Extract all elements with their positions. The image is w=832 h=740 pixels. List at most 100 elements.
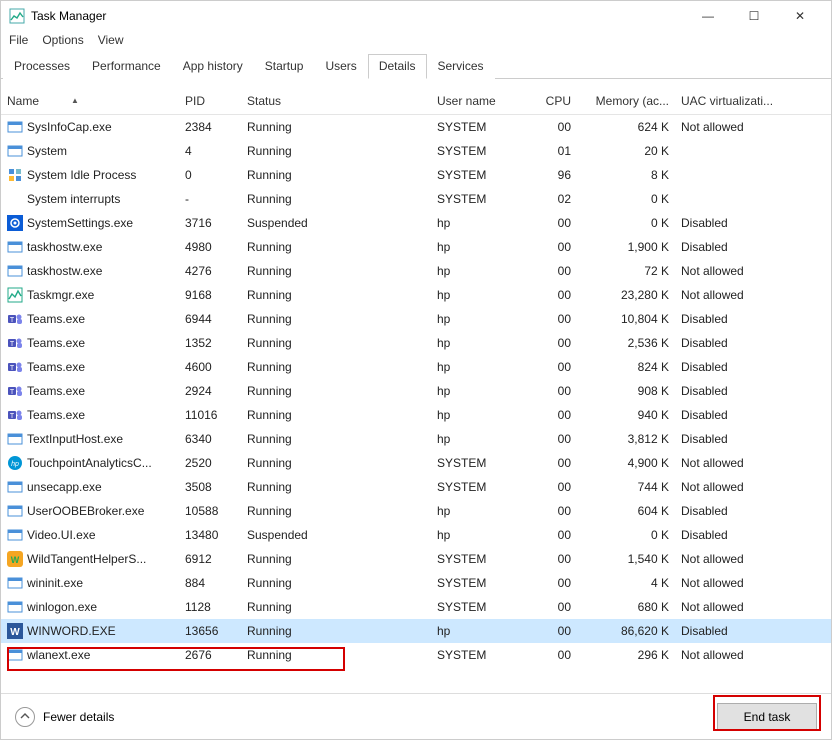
tab-details[interactable]: Details [368, 54, 427, 79]
table-row[interactable]: TTeams.exe1352Runninghp002,536 KDisabled [1, 331, 831, 355]
col-header-memory[interactable]: Memory (ac... [577, 94, 675, 108]
process-cpu: 00 [535, 336, 577, 350]
process-uac: Disabled [675, 312, 795, 326]
table-row[interactable]: TTeams.exe6944Runninghp0010,804 KDisable… [1, 307, 831, 331]
table-row[interactable]: System4RunningSYSTEM0120 K [1, 139, 831, 163]
table-row[interactable]: TextInputHost.exe6340Runninghp003,812 KD… [1, 427, 831, 451]
process-status: Running [241, 624, 431, 638]
menubar: File Options View [1, 31, 831, 53]
process-icon: T [7, 383, 23, 399]
process-memory: 4,900 K [577, 456, 675, 470]
process-status: Running [241, 264, 431, 278]
process-memory: 72 K [577, 264, 675, 278]
fewer-details-toggle[interactable] [15, 707, 35, 727]
process-user: SYSTEM [431, 192, 535, 206]
column-headers: Name ▲ PID Status User name CPU Memory (… [1, 87, 831, 115]
svg-text:T: T [10, 365, 15, 372]
process-pid: 2924 [179, 384, 241, 398]
process-user: hp [431, 288, 535, 302]
process-pid: 6944 [179, 312, 241, 326]
process-icon: T [7, 311, 23, 327]
table-row[interactable]: wininit.exe884RunningSYSTEM004 KNot allo… [1, 571, 831, 595]
tab-services[interactable]: Services [427, 54, 495, 79]
process-name: SysInfoCap.exe [27, 120, 112, 134]
process-name: Video.UI.exe [27, 528, 96, 542]
process-name: TouchpointAnalyticsC... [27, 456, 152, 470]
process-user: hp [431, 432, 535, 446]
process-icon [7, 527, 23, 543]
fewer-details-label[interactable]: Fewer details [43, 710, 114, 724]
process-memory: 680 K [577, 600, 675, 614]
process-memory: 4 K [577, 576, 675, 590]
process-memory: 1,900 K [577, 240, 675, 254]
process-uac: Disabled [675, 528, 795, 542]
process-name: unsecapp.exe [27, 480, 102, 494]
table-row[interactable]: taskhostw.exe4276Runninghp0072 KNot allo… [1, 259, 831, 283]
process-icon: W [7, 551, 23, 567]
tab-users[interactable]: Users [314, 54, 367, 79]
process-memory: 824 K [577, 360, 675, 374]
process-uac: Not allowed [675, 456, 795, 470]
process-name: Teams.exe [27, 408, 85, 422]
process-memory: 604 K [577, 504, 675, 518]
end-task-button[interactable]: End task [717, 703, 817, 731]
table-row[interactable]: unsecapp.exe3508RunningSYSTEM00744 KNot … [1, 475, 831, 499]
table-row[interactable]: taskhostw.exe4980Runninghp001,900 KDisab… [1, 235, 831, 259]
process-pid: 2384 [179, 120, 241, 134]
process-icon [7, 431, 23, 447]
process-memory: 296 K [577, 648, 675, 662]
close-button[interactable]: ✕ [777, 1, 823, 31]
process-uac: Not allowed [675, 120, 795, 134]
table-row[interactable]: Taskmgr.exe9168Runninghp0023,280 KNot al… [1, 283, 831, 307]
process-memory: 940 K [577, 408, 675, 422]
table-row[interactable]: System interrupts-RunningSYSTEM020 K [1, 187, 831, 211]
process-cpu: 00 [535, 504, 577, 518]
process-user: hp [431, 528, 535, 542]
svg-text:T: T [10, 341, 15, 348]
menu-file[interactable]: File [9, 33, 28, 47]
table-row[interactable]: WWildTangentHelperS...6912RunningSYSTEM0… [1, 547, 831, 571]
table-row[interactable]: Video.UI.exe13480Suspendedhp000 KDisable… [1, 523, 831, 547]
table-row[interactable]: TTeams.exe2924Runninghp00908 KDisabled [1, 379, 831, 403]
minimize-button[interactable]: — [685, 1, 731, 31]
table-row[interactable]: WWINWORD.EXE13656Runninghp0086,620 KDisa… [1, 619, 831, 643]
menu-options[interactable]: Options [42, 33, 83, 47]
tab-startup[interactable]: Startup [254, 54, 315, 79]
process-memory: 23,280 K [577, 288, 675, 302]
col-header-pid[interactable]: PID [179, 94, 241, 108]
tab-processes[interactable]: Processes [3, 54, 81, 79]
process-status: Running [241, 240, 431, 254]
menu-view[interactable]: View [98, 33, 124, 47]
table-row[interactable]: wlanext.exe2676RunningSYSTEM00296 KNot a… [1, 643, 831, 667]
process-status: Running [241, 456, 431, 470]
col-header-cpu[interactable]: CPU [535, 94, 577, 108]
col-header-user[interactable]: User name [431, 94, 535, 108]
table-row[interactable]: UserOOBEBroker.exe10588Runninghp00604 KD… [1, 499, 831, 523]
table-row[interactable]: System Idle Process0RunningSYSTEM968 K [1, 163, 831, 187]
process-uac: Not allowed [675, 480, 795, 494]
table-row[interactable]: winlogon.exe1128RunningSYSTEM00680 KNot … [1, 595, 831, 619]
table-row[interactable]: hpTouchpointAnalyticsC...2520RunningSYST… [1, 451, 831, 475]
table-row[interactable]: SystemSettings.exe3716Suspendedhp000 KDi… [1, 211, 831, 235]
process-icon [7, 167, 23, 183]
table-row[interactable]: TTeams.exe11016Runninghp00940 KDisabled [1, 403, 831, 427]
process-icon [7, 599, 23, 615]
titlebar: Task Manager — ☐ ✕ [1, 1, 831, 31]
maximize-button[interactable]: ☐ [731, 1, 777, 31]
process-icon: hp [7, 455, 23, 471]
col-header-name[interactable]: Name ▲ [1, 94, 179, 108]
table-row[interactable]: SysInfoCap.exe2384RunningSYSTEM00624 KNo… [1, 115, 831, 139]
process-user: hp [431, 216, 535, 230]
process-cpu: 00 [535, 600, 577, 614]
process-pid: 4980 [179, 240, 241, 254]
col-header-uac[interactable]: UAC virtualizati... [675, 94, 795, 108]
process-status: Suspended [241, 528, 431, 542]
process-list[interactable]: SysInfoCap.exe2384RunningSYSTEM00624 KNo… [1, 115, 831, 677]
tab-app-history[interactable]: App history [172, 54, 254, 79]
col-header-status[interactable]: Status [241, 94, 431, 108]
table-row[interactable]: TTeams.exe4600Runninghp00824 KDisabled [1, 355, 831, 379]
process-name: winlogon.exe [27, 600, 97, 614]
process-icon [7, 479, 23, 495]
svg-text:W: W [10, 627, 20, 638]
tab-performance[interactable]: Performance [81, 54, 172, 79]
